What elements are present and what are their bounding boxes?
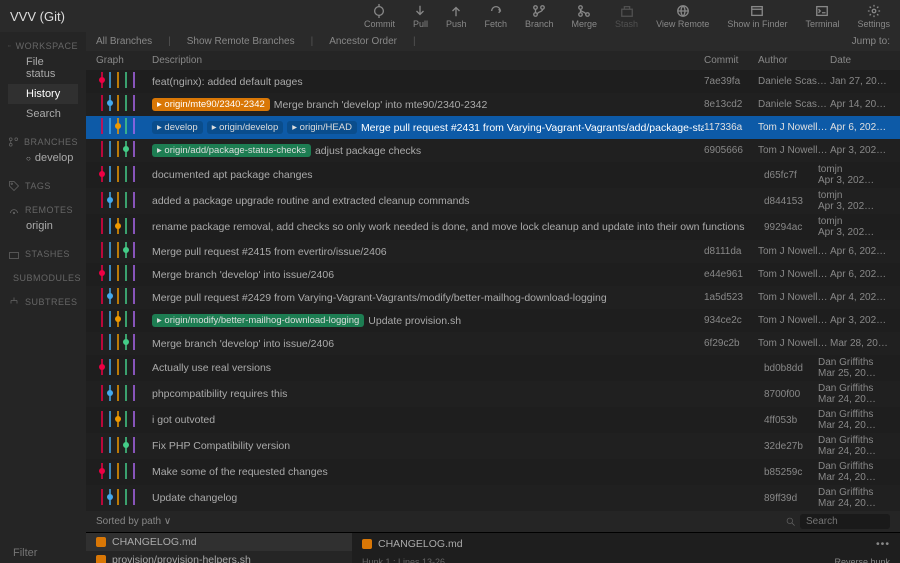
show-in-finder-button[interactable]: Show in Finder xyxy=(727,4,787,29)
commit-row[interactable]: ▸ origin/modify/better-mailhog-download-… xyxy=(86,309,900,332)
sort-label[interactable]: Sorted by path ∨ xyxy=(96,516,171,527)
commit-row[interactable]: Merge pull request #2429 from Varying-Va… xyxy=(86,286,900,309)
col-desc[interactable]: Description xyxy=(152,55,704,66)
col-date[interactable]: Date xyxy=(830,55,890,66)
commit-row[interactable]: rename package removal, add checks so on… xyxy=(86,214,900,240)
commit-row[interactable]: added a package upgrade routine and extr… xyxy=(86,188,900,214)
hunk-label: Hunk 1 : Lines 13-26 xyxy=(362,557,445,563)
sidebar-section-submodules: SUBMODULES xyxy=(0,264,86,288)
commit-row[interactable]: phpcompatibility requires this8700f00Dan… xyxy=(86,381,900,407)
filter-bar: All Branches | Show Remote Branches | An… xyxy=(86,32,900,51)
column-headers: Graph Description Commit Author Date xyxy=(86,51,900,70)
filter-all-branches[interactable]: All Branches xyxy=(96,36,152,47)
col-author[interactable]: Author xyxy=(758,55,830,66)
jump-to[interactable]: Jump to: xyxy=(852,36,890,47)
diff-filename: CHANGELOG.md xyxy=(378,538,463,550)
reverse-hunk-button[interactable]: Reverse hunk xyxy=(834,557,890,563)
commit-row[interactable]: Merge pull request #2415 from evertiro/i… xyxy=(86,240,900,263)
commit-row[interactable]: Fix PHP Compatibility version32de27bDan … xyxy=(86,433,900,459)
fetch-button[interactable]: Fetch xyxy=(484,4,507,29)
diff-panel: CHANGELOG.md ••• Hunk 1 : Lines 13-26 Re… xyxy=(352,533,900,563)
commit-row[interactable]: i got outvoted4ff053bDan Griffiths Mar 2… xyxy=(86,407,900,433)
sidebar-item[interactable]: develop xyxy=(8,148,78,168)
section-header[interactable]: STASHES xyxy=(8,248,78,260)
view-remote-button[interactable]: View Remote xyxy=(656,4,709,29)
stash-button[interactable]: Stash xyxy=(615,4,638,29)
settings-button[interactable]: Settings xyxy=(857,4,890,29)
commit-search[interactable] xyxy=(800,514,890,529)
sidebar-item[interactable]: File status xyxy=(8,52,78,84)
section-header[interactable]: WORKSPACE xyxy=(8,40,78,52)
sidebar-section-subtrees: SUBTREES xyxy=(0,288,86,312)
section-header[interactable]: TAGS xyxy=(8,180,78,192)
branch-button[interactable]: Branch xyxy=(525,4,554,29)
diff-menu-button[interactable]: ••• xyxy=(876,538,890,550)
commit-list[interactable]: feat(nginx): added default pages7ae39faD… xyxy=(86,70,900,511)
section-header[interactable]: BRANCHES xyxy=(8,136,78,148)
section-header[interactable]: REMOTES xyxy=(8,204,78,216)
file-item[interactable]: provision/provision-helpers.sh xyxy=(86,551,352,563)
sidebar-filter[interactable] xyxy=(0,543,86,563)
commit-row[interactable]: documented apt package changesd65fc7ftom… xyxy=(86,162,900,188)
sidebar-section-remotes: REMOTESorigin xyxy=(0,196,86,240)
commit-row[interactable]: ▸ origin/mte90/2340-2342Merge branch 'de… xyxy=(86,93,900,116)
filter-show-remote[interactable]: Show Remote Branches xyxy=(187,36,295,47)
merge-button[interactable]: Merge xyxy=(572,4,598,29)
modified-icon xyxy=(362,539,372,549)
sidebar-section-branches: BRANCHESdevelop xyxy=(0,128,86,172)
commit-row[interactable]: Update changelog89ff39dDan Griffiths Mar… xyxy=(86,485,900,511)
commit-row[interactable]: feat(nginx): added default pages7ae39faD… xyxy=(86,70,900,93)
commit-button[interactable]: Commit xyxy=(364,4,395,29)
terminal-button[interactable]: Terminal xyxy=(805,4,839,29)
commit-row[interactable]: Make some of the requested changesb85259… xyxy=(86,459,900,485)
commit-row[interactable]: Actually use real versionsbd0b8ddDan Gri… xyxy=(86,355,900,381)
section-header[interactable]: SUBMODULES xyxy=(8,272,78,284)
col-graph[interactable]: Graph xyxy=(96,55,152,66)
modified-icon xyxy=(96,555,106,563)
modified-icon xyxy=(96,537,106,547)
sidebar-item[interactable]: Search xyxy=(8,104,78,124)
sidebar-section-workspace: WORKSPACEFile statusHistorySearch xyxy=(0,32,86,128)
commit-row[interactable]: ▸ develop▸ origin/develop▸ origin/HEADMe… xyxy=(86,116,900,139)
section-header[interactable]: SUBTREES xyxy=(8,296,78,308)
sort-bar: Sorted by path ∨ xyxy=(86,511,900,532)
sidebar-item[interactable]: History xyxy=(8,84,78,104)
sidebar: WORKSPACEFile statusHistorySearchBRANCHE… xyxy=(0,32,86,563)
commit-row[interactable]: Merge branch 'develop' into issue/2406e4… xyxy=(86,263,900,286)
sidebar-item[interactable]: origin xyxy=(8,216,78,236)
push-button[interactable]: Push xyxy=(446,4,467,29)
app-title: VVV (Git) xyxy=(0,9,364,24)
sidebar-section-stashes: STASHES xyxy=(0,240,86,264)
commit-row[interactable]: Merge branch 'develop' into issue/24066f… xyxy=(86,332,900,355)
file-panel: CHANGELOG.mdprovision/provision-helpers.… xyxy=(86,533,352,563)
search-icon xyxy=(785,516,796,527)
titlebar: VVV (Git) Commit Pull Push Fetch Branch Merge… xyxy=(0,0,900,32)
commit-row[interactable]: ▸ origin/add/package-status-checksadjust… xyxy=(86,139,900,162)
filter-ancestor-order[interactable]: Ancestor Order xyxy=(329,36,397,47)
col-commit[interactable]: Commit xyxy=(704,55,758,66)
sidebar-section-tags: TAGS xyxy=(0,172,86,196)
toolbar: Commit Pull Push Fetch Branch Merge Stash View … xyxy=(364,4,900,29)
pull-button[interactable]: Pull xyxy=(413,4,428,29)
file-item[interactable]: CHANGELOG.md xyxy=(86,533,352,551)
